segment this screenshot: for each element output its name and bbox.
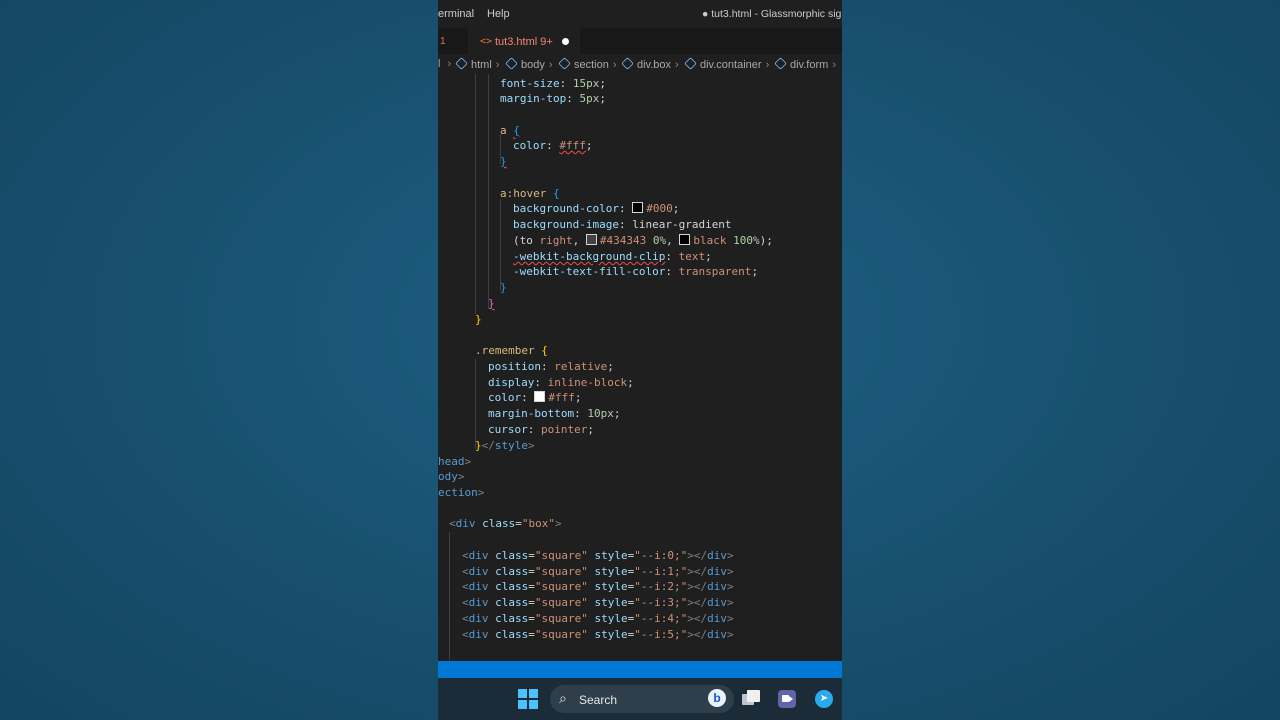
status-bar: [438, 661, 842, 678]
meet-video-icon[interactable]: [778, 690, 796, 708]
indent-guide: [500, 199, 501, 291]
bing-icon[interactable]: b: [708, 689, 726, 707]
code-line: background-color: #000;: [513, 202, 680, 215]
code-line: display: inline-block;: [488, 376, 634, 389]
color-swatch-icon[interactable]: [632, 202, 644, 213]
code-line: <div class="box">: [449, 517, 562, 530]
indent-guide: [488, 74, 489, 309]
taskbar-search[interactable]: ⌕ Search b: [550, 685, 734, 713]
element-icon: [774, 57, 787, 70]
file-explorer-icon[interactable]: [742, 690, 760, 706]
search-label: Search: [579, 693, 618, 707]
code-line: }: [488, 297, 495, 310]
breadcrumb-html[interactable]: html ›: [455, 57, 499, 71]
tab-previous-label: 1: [440, 36, 446, 47]
code-line: }: [500, 281, 507, 294]
color-swatch-icon[interactable]: [585, 234, 597, 245]
breadcrumb-stub: l ›: [438, 58, 452, 70]
search-icon: ⌕: [559, 691, 567, 707]
code-line: (to right, #434343 0%, black 100%);: [513, 234, 773, 247]
color-swatch-icon[interactable]: [679, 234, 691, 245]
code-line: ody>: [438, 470, 465, 483]
code-line: .remember {: [475, 344, 548, 357]
code-line: -webkit-text-fill-color: transparent;: [513, 265, 759, 278]
code-line: color: #fff;: [513, 139, 593, 152]
code-line: position: relative;: [488, 360, 614, 373]
code-line: head>: [438, 455, 472, 468]
breadcrumb: l › html › body › section › div.box › div.co…: [438, 55, 842, 73]
code-line: margin-bottom: 10px;: [488, 407, 621, 420]
tab-tut3-html[interactable]: <> tut3.html 9+: [468, 28, 580, 55]
vscode-window: erminal Help ● tut3.html - Glassmorphic …: [438, 0, 842, 720]
color-swatch-icon[interactable]: [534, 391, 546, 402]
code-line: <div class="square" style="--i:4;"></div…: [462, 612, 734, 625]
code-line: <div class="square" style="--i:1;"></div…: [462, 565, 734, 578]
menu-help[interactable]: Help: [487, 8, 510, 20]
code-line: background-image: linear-gradient: [513, 218, 732, 231]
code-line: }</style>: [475, 439, 535, 452]
windows-start-icon[interactable]: [518, 689, 538, 709]
breadcrumb-div-box[interactable]: div.box ›: [621, 57, 679, 71]
window-title: ● tut3.html - Glassmorphic signu: [702, 8, 842, 20]
code-line: font-size: 15px;: [500, 77, 606, 90]
indent-guide: [475, 74, 476, 314]
code-line: color: #fff;: [488, 391, 582, 404]
taskbar: ⌕ Search b ➤: [438, 678, 842, 720]
indent-guide: [449, 532, 450, 660]
element-icon: [684, 57, 697, 70]
code-line: <div class="square" style="--i:3;"></div…: [462, 596, 734, 609]
breadcrumb-section[interactable]: section ›: [558, 57, 617, 71]
code-line: -webkit-background-clip: text;: [513, 250, 712, 263]
indent-guide: [475, 359, 476, 449]
element-icon: [505, 57, 518, 70]
tab-bar: 1 <> tut3.html 9+: [438, 28, 842, 55]
code-line: cursor: pointer;: [488, 423, 594, 436]
html-file-icon: <>: [480, 36, 493, 47]
code-line: }: [500, 155, 507, 168]
code-line: a:hover {: [500, 187, 560, 200]
element-icon: [455, 57, 468, 70]
element-icon: [558, 57, 571, 70]
code-line: ection>: [438, 486, 485, 499]
tab-label: tut3.html 9+: [495, 36, 553, 48]
code-line: <div class="square" style="--i:5;"></div…: [462, 628, 734, 641]
breadcrumb-body[interactable]: body ›: [505, 57, 553, 71]
code-line: a {: [500, 124, 520, 137]
menu-terminal[interactable]: erminal: [438, 8, 474, 20]
code-line: <div class="square" style="--i:2;"></div…: [462, 580, 734, 593]
breadcrumb-div-form[interactable]: div.form ›: [774, 57, 836, 71]
telegram-icon[interactable]: ➤: [815, 690, 833, 708]
element-icon: [621, 57, 634, 70]
code-line: }: [475, 313, 482, 326]
tab-previous[interactable]: 1: [438, 28, 468, 54]
unsaved-dot-icon[interactable]: [562, 38, 569, 45]
title-bar: erminal Help ● tut3.html - Glassmorphic …: [438, 0, 842, 28]
breadcrumb-div-container[interactable]: div.container ›: [684, 57, 769, 71]
code-line: <div class="square" style="--i:0;"></div…: [462, 549, 734, 562]
code-line: margin-top: 5px;: [500, 92, 606, 105]
code-editor[interactable]: font-size: 15px; margin-top: 5px; a { co…: [438, 74, 842, 660]
